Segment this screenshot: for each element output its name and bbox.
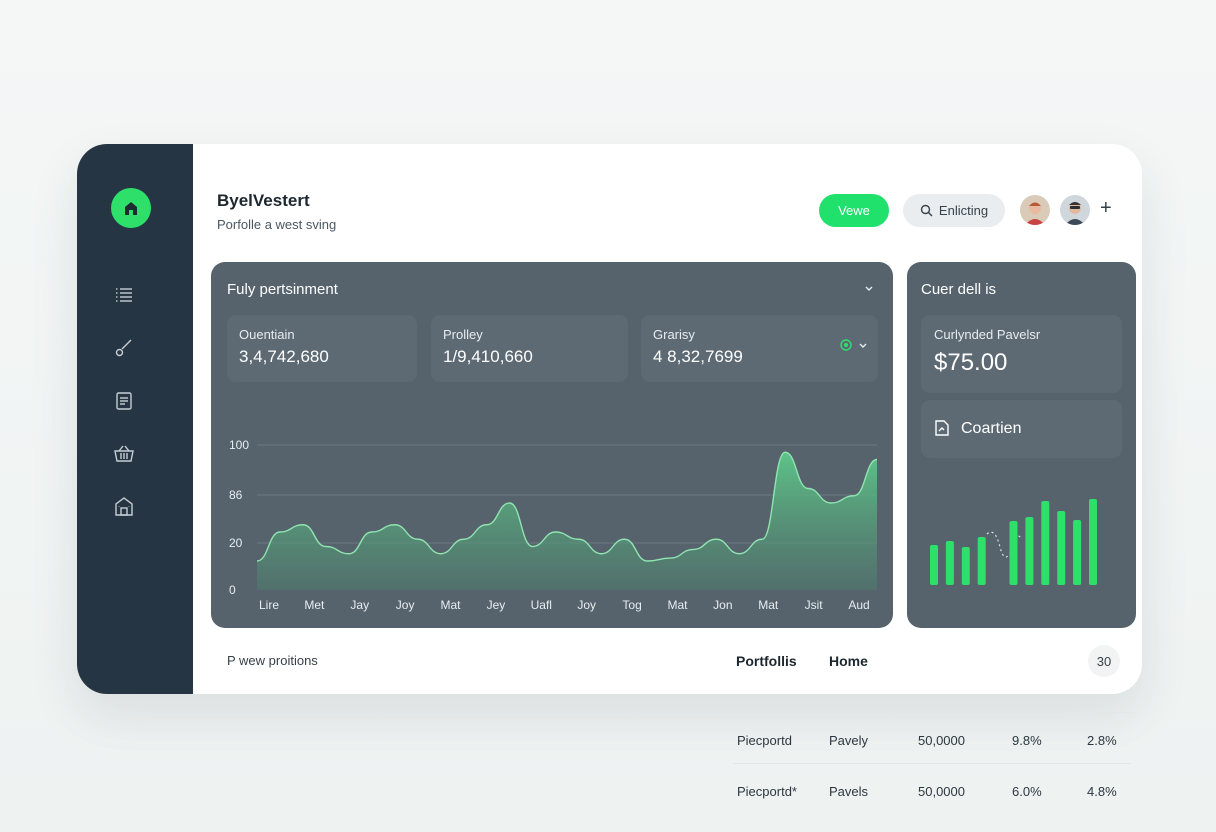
- chart-x-tick: Mat: [441, 598, 462, 612]
- search-button-label: Enlicting: [938, 203, 989, 218]
- basket-icon[interactable]: [111, 440, 137, 466]
- table-cell: 6.0%: [1012, 784, 1042, 799]
- table-cell: Piecportd: [737, 733, 792, 748]
- table-row[interactable]: Piecportd* Pavels 50,0000 6.0% 4.8%: [733, 763, 1131, 814]
- dashboard-window: ByelVestert Porfolle a west sving Vewe E…: [77, 144, 1142, 694]
- sidebar: [77, 144, 193, 694]
- chart-y-tick: 100: [229, 438, 249, 452]
- area-chart: 100 86 20 0 Lire Met Jay Joy Mat Jey Uafl Joy Tog Ma…: [229, 438, 878, 612]
- chart-x-tick: Aud: [848, 598, 869, 612]
- chart-x-tick: Tog: [622, 598, 641, 612]
- chart-bar: [930, 545, 938, 585]
- chart-x-tick: Jsit: [805, 598, 824, 612]
- chart-bar: [1025, 517, 1034, 585]
- brush-icon[interactable]: [111, 335, 137, 361]
- chart-x-tick: Jay: [350, 598, 369, 612]
- chart-x-tick: Mat: [667, 598, 688, 612]
- document-icon[interactable]: [111, 388, 137, 414]
- chart-x-tick: Joy: [577, 598, 596, 612]
- avatar[interactable]: [1060, 195, 1090, 225]
- table-row[interactable]: Piecportd Pavely 50,0000 9.8% 2.8%: [733, 712, 1131, 763]
- chart-bar: [1009, 521, 1018, 585]
- chart-bar: [945, 541, 954, 585]
- footer-label: P wew proitions: [227, 653, 318, 668]
- bar-chart: [930, 499, 1097, 585]
- chart-bar: [1073, 520, 1082, 585]
- search-icon: [920, 204, 933, 217]
- page-title: ByelVestert: [217, 191, 310, 210]
- avatar[interactable]: [1020, 195, 1050, 225]
- chart-x-tick: Uafl: [531, 598, 552, 612]
- table-cell: Pavels: [829, 784, 869, 799]
- primary-button[interactable]: Vewe: [819, 194, 889, 227]
- list-icon[interactable]: [111, 282, 137, 308]
- chart-y-tick: 0: [229, 583, 236, 597]
- chart-x-tick: Mat: [758, 598, 779, 612]
- side-panel: Cuer dell is Curlynded Pavelsr $75.00 Co…: [907, 262, 1136, 628]
- chart-bar: [977, 537, 986, 585]
- tab-home[interactable]: Home: [829, 653, 868, 669]
- chart-area-series: [257, 452, 877, 590]
- page-subtitle: Porfolle a west sving: [217, 217, 337, 232]
- tab-portfolios[interactable]: Portfollis: [736, 653, 797, 669]
- chart-y-tick: 86: [229, 488, 243, 502]
- home-logo-icon[interactable]: [111, 188, 151, 228]
- chart-x-tick: Jey: [487, 598, 506, 612]
- chart-bar: [1041, 501, 1050, 585]
- table-cell: 2.8%: [1087, 733, 1117, 748]
- chart-bar: [961, 547, 970, 585]
- main-content: ByelVestert Porfolle a west sving Vewe E…: [193, 144, 1142, 694]
- positions-table: Piecportd Pavely 50,0000 9.8% 2.8% Piecp…: [733, 712, 1131, 814]
- chart-x-tick: Lire: [259, 598, 279, 612]
- chart-x-tick: Jon: [713, 598, 732, 612]
- search-button[interactable]: Enlicting: [903, 194, 1005, 227]
- portfolio-panel: Fuly pertsinment Ouentiain 3,4,742,680 P…: [211, 262, 893, 628]
- table-cell: 50,0000: [918, 733, 965, 748]
- building-icon[interactable]: [111, 493, 137, 519]
- table-cell: 4.8%: [1087, 784, 1117, 799]
- table-cell: Pavely: [829, 733, 869, 748]
- table-cell: 50,0000: [918, 784, 965, 799]
- chart-x-tick: Joy: [396, 598, 415, 612]
- table-cell: 9.8%: [1012, 733, 1042, 748]
- count-badge: 30: [1088, 645, 1120, 677]
- chart-y-tick: 20: [229, 536, 243, 550]
- table-cell: Piecportd*: [737, 784, 797, 799]
- chart-bar: [1057, 511, 1066, 585]
- chart-bar: [1089, 499, 1097, 585]
- chart-x-tick: Met: [304, 598, 325, 612]
- add-icon[interactable]: +: [1100, 198, 1112, 218]
